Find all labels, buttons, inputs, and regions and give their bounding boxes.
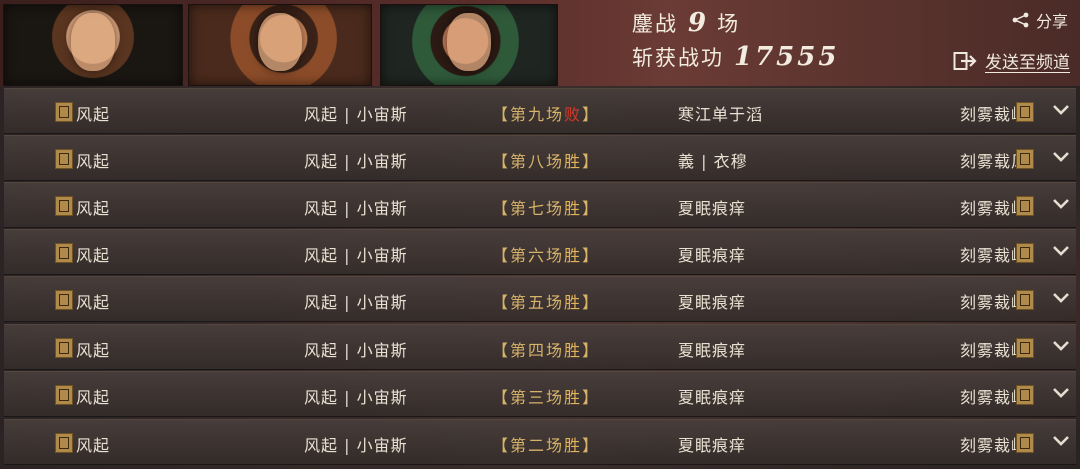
bout-result: 胜 <box>564 152 583 171</box>
seal-icon <box>55 290 73 310</box>
chevron-down-icon[interactable] <box>1052 150 1070 164</box>
seal-icon <box>55 243 73 263</box>
opponent-name: 夏眠痕痒 <box>678 246 747 265</box>
seal-icon <box>1016 433 1034 453</box>
opponent-name: 夏眠痕痒 <box>678 293 747 312</box>
bout-label: 【第四场胜】 <box>492 341 601 360</box>
left-player-name: 风起 | 小宙斯 <box>304 152 408 171</box>
chevron-down-icon[interactable] <box>1052 291 1070 305</box>
battles-label: 鏖战 <box>632 12 678 36</box>
battle-record-list: 风起 风起 | 小宙斯 【第九场败】 寒江单于滔 刻雾裁峰 风起 风起 | 小宙… <box>0 86 1080 469</box>
general-portrait-1 <box>3 4 183 86</box>
seal-icon <box>55 433 73 453</box>
battle-row[interactable]: 风起 风起 | 小宙斯 【第七场胜】 夏眠痕痒 刻雾裁峰 <box>4 182 1076 228</box>
opponent-name: 夏眠痕痒 <box>678 199 747 218</box>
left-player-name: 风起 | 小宙斯 <box>304 341 408 360</box>
battle-summary-header: 鏖战 9 场 斩获战功 17555 分享 发送至频道 <box>0 0 1080 86</box>
chevron-down-icon[interactable] <box>1052 386 1070 400</box>
opponent-name: 寒江单于滔 <box>678 105 764 124</box>
seal-icon <box>1016 290 1034 310</box>
battles-unit: 场 <box>717 12 741 36</box>
seal-icon <box>1016 196 1034 216</box>
bout-result: 胜 <box>564 293 583 312</box>
send-to-channel-button[interactable]: 发送至频道 <box>953 48 1070 73</box>
general-portrait-3 <box>380 4 558 86</box>
opponent-name: 夏眠痕痒 <box>678 341 747 360</box>
battle-row[interactable]: 风起 风起 | 小宙斯 【第九场败】 寒江单于滔 刻雾裁峰 <box>4 88 1076 134</box>
share-icon <box>1012 12 1029 28</box>
battle-row[interactable]: 风起 风起 | 小宙斯 【第六场胜】 夏眠痕痒 刻雾裁峰 <box>4 229 1076 275</box>
bout-result: 胜 <box>564 388 583 407</box>
bout-result: 胜 <box>564 436 583 455</box>
battle-row[interactable]: 风起 风起 | 小宙斯 【第二场胜】 夏眠痕痒 刻雾裁峰 <box>4 419 1076 465</box>
chevron-down-icon[interactable] <box>1052 103 1070 117</box>
left-player-name: 风起 | 小宙斯 <box>304 293 408 312</box>
left-player-name: 风起 | 小宙斯 <box>304 199 408 218</box>
seal-icon <box>55 385 73 405</box>
opponent-name: 夏眠痕痒 <box>678 436 747 455</box>
left-alliance-name: 风起 <box>76 105 111 124</box>
battle-stats: 鏖战 9 场 斩获战功 17555 <box>632 8 839 76</box>
left-alliance-name: 风起 <box>76 152 111 171</box>
chevron-down-icon[interactable] <box>1052 197 1070 211</box>
general-portrait-2 <box>188 4 372 86</box>
seal-icon <box>55 149 73 169</box>
left-player-name: 风起 | 小宙斯 <box>304 436 408 455</box>
opponent-name: 義 | 衣穆 <box>678 152 748 171</box>
seal-icon <box>1016 243 1034 263</box>
battle-row[interactable]: 风起 风起 | 小宙斯 【第四场胜】 夏眠痕痒 刻雾裁峰 <box>4 324 1076 370</box>
share-label: 分享 <box>1035 12 1068 31</box>
left-player-name: 风起 | 小宙斯 <box>304 388 408 407</box>
left-alliance-name: 风起 <box>76 293 111 312</box>
bout-label: 【第五场胜】 <box>492 293 601 312</box>
seal-icon <box>1016 102 1034 122</box>
left-alliance-name: 风起 <box>76 341 111 360</box>
bout-label: 【第三场胜】 <box>492 388 601 407</box>
bout-label: 【第二场胜】 <box>492 436 601 455</box>
bout-result: 胜 <box>564 341 583 360</box>
bout-result: 胜 <box>564 199 583 218</box>
share-button[interactable]: 分享 <box>1012 8 1068 32</box>
bout-label: 【第六场胜】 <box>492 246 601 265</box>
battle-row[interactable]: 风起 风起 | 小宙斯 【第三场胜】 夏眠痕痒 刻雾裁峰 <box>4 371 1076 417</box>
seal-icon <box>1016 149 1034 169</box>
opponent-name: 夏眠痕痒 <box>678 388 747 407</box>
bout-label: 【第九场败】 <box>492 105 601 124</box>
left-alliance-name: 风起 <box>76 436 111 455</box>
left-player-name: 风起 | 小宙斯 <box>304 105 408 124</box>
seal-icon <box>1016 385 1034 405</box>
left-player-name: 风起 | 小宙斯 <box>304 246 408 265</box>
merit-label: 斩获战功 <box>632 46 724 70</box>
bout-result: 胜 <box>564 246 583 265</box>
chevron-down-icon[interactable] <box>1052 244 1070 258</box>
chevron-down-icon[interactable] <box>1052 339 1070 353</box>
chevron-down-icon[interactable] <box>1052 434 1070 448</box>
merit-value: 17555 <box>734 42 840 72</box>
battle-row[interactable]: 风起 风起 | 小宙斯 【第八场胜】 義 | 衣穆 刻雾载风 <box>4 135 1076 181</box>
left-alliance-name: 风起 <box>76 388 111 407</box>
left-alliance-name: 风起 <box>76 246 111 265</box>
bout-label: 【第八场胜】 <box>492 152 601 171</box>
left-alliance-name: 风起 <box>76 199 111 218</box>
send-to-channel-icon <box>953 51 977 70</box>
seal-icon <box>1016 338 1034 358</box>
battle-row[interactable]: 风起 风起 | 小宙斯 【第五场胜】 夏眠痕痒 刻雾裁峰 <box>4 276 1076 322</box>
seal-icon <box>55 102 73 122</box>
seal-icon <box>55 196 73 216</box>
battles-count: 9 <box>688 8 710 38</box>
send-to-channel-label: 发送至频道 <box>985 53 1070 73</box>
bout-label: 【第七场胜】 <box>492 199 601 218</box>
bout-result: 败 <box>564 105 583 124</box>
seal-icon <box>55 338 73 358</box>
